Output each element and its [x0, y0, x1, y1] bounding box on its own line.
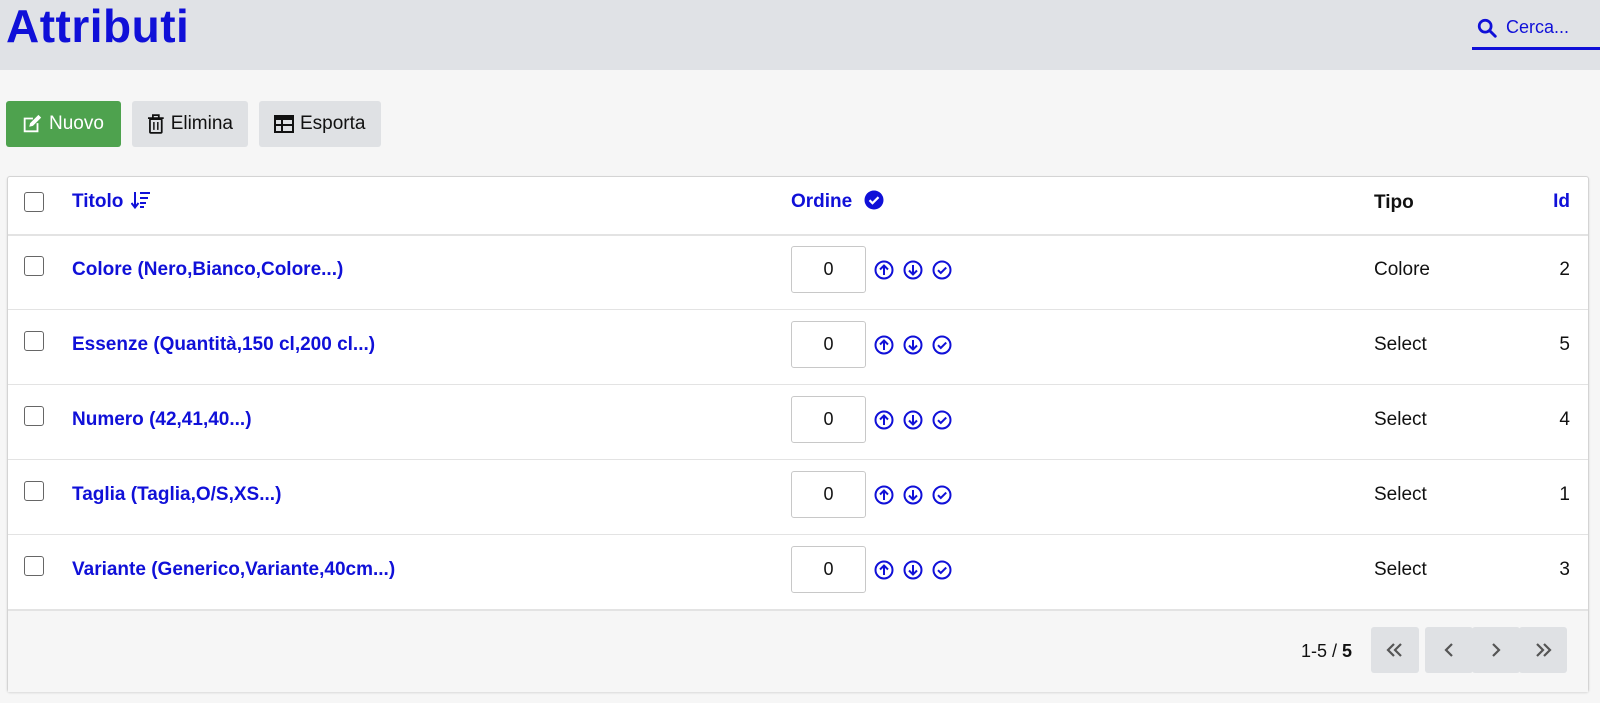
arrow-up-circle-icon[interactable] [874, 410, 894, 430]
table-header: Titolo Ordine Tipo Id [8, 177, 1588, 236]
column-header-order[interactable]: Ordine [791, 190, 884, 214]
row-title-link[interactable]: Taglia (Taglia,O/S,XS...) [72, 484, 281, 506]
row-type: Select [1374, 409, 1427, 430]
arrow-down-circle-icon[interactable] [903, 260, 923, 280]
last-page-button[interactable] [1519, 627, 1567, 673]
next-page-icon [1492, 643, 1501, 657]
column-order-label: Ordine [791, 191, 853, 212]
check-circle-filled-icon [864, 190, 884, 210]
select-all-checkbox[interactable] [24, 192, 44, 212]
search-box[interactable]: Cerca... [1472, 8, 1600, 50]
top-header: Attributi Cerca... [0, 0, 1600, 70]
row-id: 4 [1559, 409, 1570, 430]
sort-desc-icon [130, 192, 150, 210]
table-icon [274, 115, 294, 133]
prev-page-icon [1444, 643, 1453, 657]
toolbar: Nuovo Elimina Esporta [6, 101, 381, 147]
export-button[interactable]: Esporta [259, 101, 381, 147]
row-checkbox[interactable] [24, 256, 44, 276]
first-page-button[interactable] [1371, 627, 1419, 673]
order-input[interactable] [791, 396, 866, 443]
arrow-down-circle-icon[interactable] [903, 335, 923, 355]
table-row: Variante (Generico,Variante,40cm...) Sel… [8, 534, 1588, 610]
row-type: Select [1374, 559, 1427, 580]
delete-button-label: Elimina [170, 113, 233, 134]
next-page-button[interactable] [1472, 627, 1520, 673]
edit-icon [23, 114, 42, 133]
arrow-up-circle-icon[interactable] [874, 335, 894, 355]
prev-page-button[interactable] [1425, 627, 1473, 673]
first-page-icon [1386, 643, 1402, 657]
arrow-up-circle-icon[interactable] [874, 260, 894, 280]
arrow-up-circle-icon[interactable] [874, 560, 894, 580]
arrow-down-circle-icon[interactable] [903, 410, 923, 430]
arrow-up-circle-icon[interactable] [874, 485, 894, 505]
new-button-label: Nuovo [49, 113, 104, 134]
pagination-info: 1-5 / 5 [1301, 641, 1352, 662]
column-header-id[interactable]: Id [1553, 190, 1570, 214]
table-footer: 1-5 / 5 [8, 610, 1588, 692]
row-title-link[interactable]: Essenze (Quantità,150 cl,200 cl...) [72, 334, 375, 356]
row-type: Select [1374, 484, 1427, 505]
search-icon [1477, 18, 1497, 38]
order-input[interactable] [791, 546, 866, 593]
table-row: Essenze (Quantità,150 cl,200 cl...) Sele… [8, 309, 1588, 385]
row-title-link[interactable]: Variante (Generico,Variante,40cm...) [72, 559, 395, 581]
column-title-label: Titolo [72, 191, 124, 212]
arrow-down-circle-icon[interactable] [903, 560, 923, 580]
new-button[interactable]: Nuovo [6, 101, 121, 147]
table-row: Taglia (Taglia,O/S,XS...) Select 1 [8, 459, 1588, 535]
last-page-icon [1536, 643, 1552, 657]
pagination-total: 5 [1342, 641, 1353, 661]
export-button-label: Esporta [300, 113, 366, 134]
row-title-link[interactable]: Colore (Nero,Bianco,Colore...) [72, 259, 343, 281]
row-checkbox[interactable] [24, 481, 44, 501]
row-title-link[interactable]: Numero (42,41,40...) [72, 409, 252, 431]
order-input[interactable] [791, 471, 866, 518]
check-circle-icon[interactable] [932, 410, 952, 430]
delete-button[interactable]: Elimina [132, 101, 248, 147]
check-circle-icon[interactable] [932, 560, 952, 580]
row-checkbox[interactable] [24, 556, 44, 576]
row-id: 3 [1559, 559, 1570, 580]
row-id: 1 [1559, 484, 1570, 505]
row-checkbox[interactable] [24, 406, 44, 426]
arrow-down-circle-icon[interactable] [903, 485, 923, 505]
row-id: 5 [1559, 334, 1570, 355]
pagination-range: 1-5 / [1301, 641, 1343, 661]
column-header-title[interactable]: Titolo [72, 190, 151, 214]
check-circle-icon[interactable] [932, 260, 952, 280]
row-type: Select [1374, 334, 1427, 355]
table-row: Colore (Nero,Bianco,Colore...) Colore 2 [8, 234, 1588, 310]
row-checkbox[interactable] [24, 331, 44, 351]
row-type: Colore [1374, 259, 1430, 280]
check-circle-icon[interactable] [932, 335, 952, 355]
row-id: 2 [1559, 259, 1570, 280]
check-circle-icon[interactable] [932, 485, 952, 505]
page-title: Attributi [6, 0, 190, 52]
order-input[interactable] [791, 246, 866, 293]
order-input[interactable] [791, 321, 866, 368]
trash-icon [147, 114, 164, 134]
search-label: Cerca... [1506, 17, 1570, 37]
column-header-type: Tipo [1374, 192, 1414, 213]
attributes-table: Titolo Ordine Tipo Id Colore (Nero,Bianc… [7, 176, 1589, 692]
table-row: Numero (42,41,40...) Select 4 [8, 384, 1588, 460]
